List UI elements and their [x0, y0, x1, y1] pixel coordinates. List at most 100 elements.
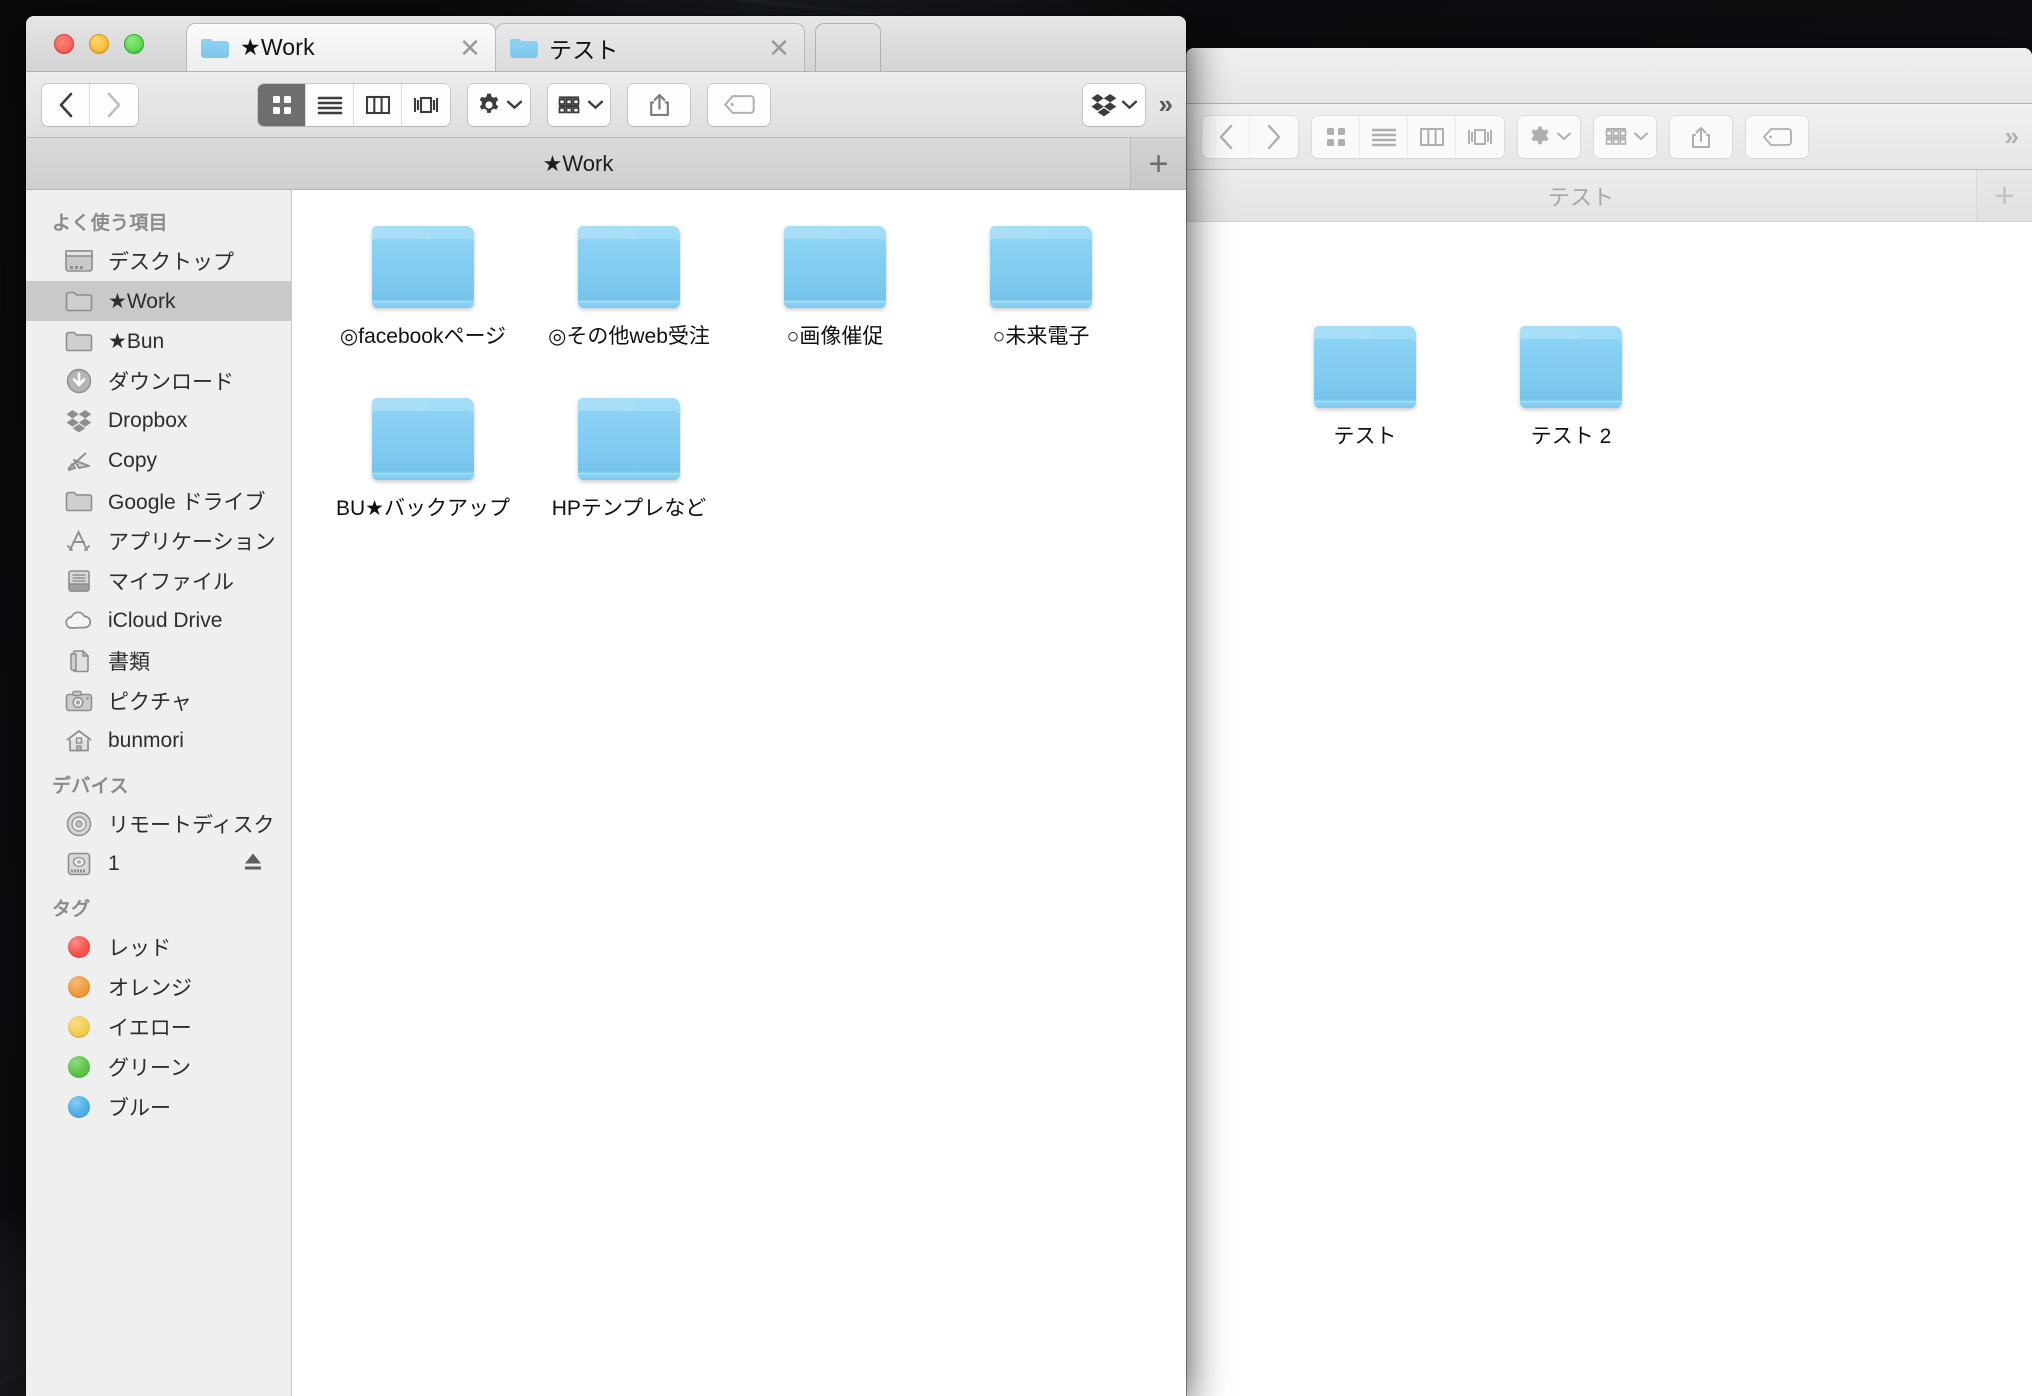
- toolbar-overflow-button[interactable]: »: [1145, 89, 1174, 120]
- file-item[interactable]: ◎facebookページ: [320, 218, 526, 390]
- applications-icon: [64, 528, 94, 554]
- column-view-button[interactable]: [1408, 115, 1456, 158]
- sidebar-item-5[interactable]: Copy: [26, 441, 291, 481]
- arrange-group[interactable]: [548, 83, 610, 126]
- action-gear-button[interactable]: [468, 83, 530, 126]
- forward-button[interactable]: [90, 83, 138, 126]
- sidebar-item-1[interactable]: オレンジ: [26, 967, 291, 1007]
- sidebar-item-3[interactable]: ダウンロード: [26, 361, 291, 401]
- sidebar-item-12[interactable]: bunmori: [26, 721, 291, 761]
- tags-button[interactable]: [708, 83, 770, 126]
- secondary-tabstrip: [1186, 48, 2032, 104]
- sidebar-item-label: レッド: [108, 937, 171, 960]
- disc-icon: [64, 811, 94, 837]
- secondary-share-group[interactable]: [1670, 115, 1732, 158]
- file-item[interactable]: HPテンプレなど: [526, 390, 732, 562]
- file-item[interactable]: ◎その他web受注: [526, 218, 732, 390]
- minimize-window-button[interactable]: [89, 33, 109, 54]
- arrange-button[interactable]: [548, 83, 610, 126]
- tab-work[interactable]: ★Work ✕: [186, 23, 496, 71]
- back-button[interactable]: [42, 83, 90, 126]
- secondary-toolbar[interactable]: »: [1186, 104, 2032, 170]
- list-view-button[interactable]: [306, 83, 354, 126]
- main-tabstrip[interactable]: ★Work ✕ テスト ✕: [26, 16, 1186, 72]
- sidebar-item-0[interactable]: レッド: [26, 927, 291, 967]
- sidebar-item-8[interactable]: マイファイル: [26, 561, 291, 601]
- column-view-button[interactable]: [354, 83, 402, 126]
- sidebar-item-6[interactable]: Google ドライブ: [26, 481, 291, 521]
- sidebar-item-3[interactable]: グリーン: [26, 1047, 291, 1087]
- tab-close-button[interactable]: ✕: [457, 35, 483, 61]
- secondary-action-group[interactable]: [1518, 115, 1580, 158]
- main-toolbar[interactable]: »: [26, 72, 1186, 138]
- eject-icon[interactable]: [241, 851, 265, 878]
- secondary-view-group[interactable]: [1312, 115, 1504, 158]
- sidebar-item-4[interactable]: ブルー: [26, 1087, 291, 1127]
- file-name: BU★バックアップ: [336, 497, 510, 520]
- tags-group[interactable]: [708, 83, 770, 126]
- sidebar-item-10[interactable]: 書類: [26, 641, 291, 681]
- close-window-button[interactable]: [54, 33, 74, 54]
- action-gear-button[interactable]: [1518, 115, 1580, 158]
- secondary-file-grid[interactable]: テスト テスト 2: [1186, 222, 2032, 490]
- file-item[interactable]: BU★バックアップ: [320, 390, 526, 562]
- tab-list[interactable]: ★Work ✕ テスト ✕: [186, 23, 1186, 71]
- new-tab-placeholder[interactable]: [815, 23, 881, 71]
- sidebar[interactable]: よく使う項目 デスクトップ ★Work ★Bun ダウンロード Dropbox Copy Go…: [26, 190, 292, 1396]
- main-file-grid[interactable]: ◎facebookページ ◎その他web受注 ○画像催促 ○未来電子 BU★バッ…: [292, 190, 1186, 562]
- finder-window-main[interactable]: ★Work ✕ テスト ✕ » ★Work + よく使う項目 デスクトップ ★W…: [26, 16, 1186, 1396]
- file-name: HPテンプレなど: [551, 497, 707, 520]
- arrange-button[interactable]: [1594, 115, 1656, 158]
- sidebar-item-0[interactable]: デスクトップ: [26, 241, 291, 281]
- file-item[interactable]: テスト 2: [1468, 318, 1674, 490]
- sidebar-item-label: Dropbox: [108, 409, 188, 432]
- finder-window-secondary[interactable]: » テスト + テスト テスト 2 Macintosh HD▶ユーザ▶bunmo…: [1186, 48, 2032, 1396]
- sidebar-item-4[interactable]: Dropbox: [26, 401, 291, 441]
- share-group[interactable]: [628, 83, 690, 126]
- sidebar-item-0[interactable]: リモートディスク: [26, 804, 291, 844]
- share-button[interactable]: [1670, 115, 1732, 158]
- file-name: ◎その他web受注: [548, 325, 710, 348]
- traffic-lights[interactable]: [54, 33, 144, 54]
- toolbar-overflow-button[interactable]: »: [1991, 121, 2020, 152]
- file-name: テスト 2: [1530, 425, 1612, 448]
- main-content-area[interactable]: ◎facebookページ ◎その他web受注 ○画像催促 ○未来電子 BU★バッ…: [292, 190, 1186, 1396]
- sidebar-item-label: iCloud Drive: [108, 609, 223, 632]
- sidebar-item-9[interactable]: iCloud Drive: [26, 601, 291, 641]
- action-group[interactable]: [468, 83, 530, 126]
- sidebar-item-1[interactable]: 1: [26, 844, 291, 884]
- zoom-window-button[interactable]: [124, 33, 144, 54]
- secondary-new-tab-button[interactable]: +: [1976, 170, 2032, 221]
- secondary-nav-group[interactable]: [1202, 115, 1298, 158]
- list-view-button[interactable]: [1360, 115, 1408, 158]
- file-item[interactable]: テスト: [1262, 318, 1468, 490]
- dropbox-button[interactable]: [1082, 83, 1145, 126]
- main-title-row: ★Work +: [26, 138, 1186, 190]
- forward-button[interactable]: [1250, 115, 1298, 158]
- main-new-tab-button[interactable]: +: [1130, 138, 1186, 189]
- nav-group[interactable]: [42, 83, 138, 126]
- icon-view-button[interactable]: [258, 83, 306, 126]
- coverflow-view-button[interactable]: [1456, 115, 1504, 158]
- icon-view-button[interactable]: [1312, 115, 1360, 158]
- secondary-arrange-group[interactable]: [1594, 115, 1656, 158]
- sidebar-item-7[interactable]: アプリケーション: [26, 521, 291, 561]
- tab-close-button[interactable]: ✕: [766, 35, 792, 61]
- back-button[interactable]: [1202, 115, 1250, 158]
- file-item[interactable]: ○画像催促: [732, 218, 938, 390]
- sidebar-item-2[interactable]: イエロー: [26, 1007, 291, 1047]
- secondary-tags-group[interactable]: [1746, 115, 1808, 158]
- sidebar-item-1-selected[interactable]: ★Work: [26, 281, 291, 321]
- sidebar-item-label: ★Work: [108, 289, 176, 313]
- sidebar-item-2[interactable]: ★Bun: [26, 321, 291, 361]
- secondary-content-area[interactable]: テスト テスト 2: [1186, 222, 2032, 1396]
- dropbox-group[interactable]: [1082, 83, 1145, 126]
- sidebar-item-11[interactable]: ピクチャ: [26, 681, 291, 721]
- pictures-icon: [64, 688, 94, 714]
- tab-test[interactable]: テスト ✕: [495, 23, 805, 71]
- tags-button[interactable]: [1746, 115, 1808, 158]
- file-item[interactable]: ○未来電子: [938, 218, 1144, 390]
- view-group[interactable]: [258, 83, 450, 126]
- share-button[interactable]: [628, 83, 690, 126]
- coverflow-view-button[interactable]: [402, 83, 450, 126]
